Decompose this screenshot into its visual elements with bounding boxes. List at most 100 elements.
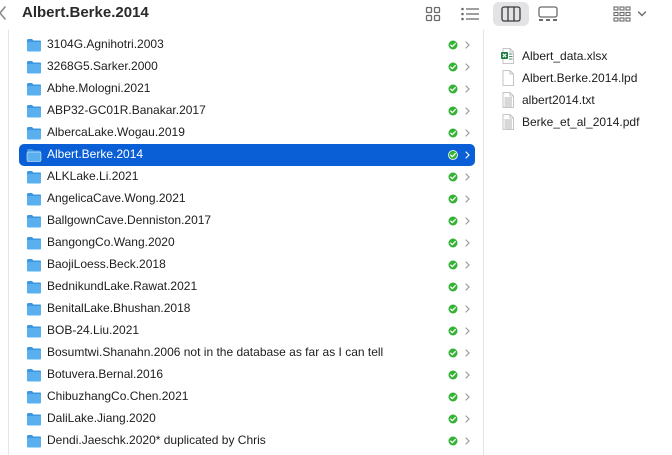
folder-icon [27,193,41,206]
icon-view-icon [425,6,441,22]
window-title: Albert.Berke.2014 [22,4,149,21]
chevron-right-icon [465,327,470,335]
folder-row[interactable]: BallgownCave.Denniston.2017 [19,210,475,232]
folder-icon [27,105,41,118]
folder-column[interactable]: 3104G.Agnihotri.2003 3268G5.Sarker.2000 Ab… [8,30,484,455]
back-chevron-icon[interactable] [0,5,8,21]
folder-row[interactable]: Dendi.Jaeschk.2020* duplicated by Chris [19,430,475,452]
folder-name: BOB-24.Liu.2021 [47,323,140,337]
folder-name: 3104G.Agnihotri.2003 [47,37,164,51]
folder-row[interactable]: 3268G5.Sarker.2000 [19,56,475,78]
chevron-down-icon [637,11,647,17]
folder-icon [27,39,41,52]
list-view-button[interactable] [460,4,480,24]
folder-row[interactable]: BaojiLoess.Beck.2018 [19,254,475,276]
chevron-right-icon [465,283,470,291]
synced-check-icon [448,414,458,424]
chevron-right-icon [465,305,470,313]
chevron-right-icon [465,151,470,159]
folder-icon [27,369,41,382]
gallery-view-button[interactable] [538,4,558,24]
file-column[interactable]: Albert_data.xlsx Albert.Berke.2014.lpd alb… [485,30,672,455]
file-item[interactable]: albert2014.txt [501,90,671,112]
chevron-right-icon [465,393,470,401]
folder-name: BallgownCave.Denniston.2017 [47,213,212,227]
folder-row[interactable]: BangongCo.Wang.2020 [19,232,475,254]
folder-row-selected[interactable]: Albert.Berke.2014 [19,144,475,166]
file-item[interactable]: Berke_et_al_2014.pdf [501,112,671,134]
chevron-right-icon [465,129,470,137]
chevron-right-icon [465,261,470,269]
file-name: Albert_data.xlsx [522,49,608,63]
file-name: Albert.Berke.2014.lpd [522,71,638,85]
chevron-right-icon [465,239,470,247]
chevron-right-icon [465,371,470,379]
list-view-icon [461,7,479,21]
folder-row[interactable]: BOB-24.Liu.2021 [19,320,475,342]
folder-name: Abhe.Mologni.2021 [47,81,151,95]
folder-icon [26,149,42,162]
folder-row[interactable]: 3104G.Agnihotri.2003 [19,34,475,56]
folder-name: 3268G5.Sarker.2000 [47,59,158,73]
chevron-right-icon [465,195,470,203]
synced-check-icon [448,84,458,94]
folder-icon [27,413,41,426]
column-view-icon [501,6,521,22]
file-item[interactable]: Albert.Berke.2014.lpd [501,68,671,90]
column-view-button[interactable] [493,2,529,26]
folder-name: ABP32-GC01R.Banakar.2017 [47,103,206,117]
folder-icon [27,435,41,448]
folder-row[interactable]: ABP32-GC01R.Banakar.2017 [19,100,475,122]
folder-icon [27,215,41,228]
folder-name: Albert.Berke.2014 [47,147,144,161]
chevron-right-icon [465,173,470,181]
file-name: Berke_et_al_2014.pdf [522,115,640,129]
group-by-button[interactable] [613,4,647,24]
group-by-icon [613,6,631,22]
folder-name: BaojiLoess.Beck.2018 [47,257,166,271]
folder-icon [27,303,41,316]
chevron-right-icon [465,107,470,115]
chevron-right-icon [465,349,470,357]
pdf-file-icon [502,114,514,130]
folder-icon [27,83,41,96]
synced-check-icon [448,216,458,226]
document-icon [502,70,514,86]
synced-check-icon [448,150,458,160]
chevron-right-icon [465,63,470,71]
folder-row[interactable]: BenitalLake.Bhushan.2018 [19,298,475,320]
folder-row[interactable]: ALKLake.Li.2021 [19,166,475,188]
synced-check-icon [448,370,458,380]
folder-icon [27,281,41,294]
folder-name: ChibuzhangCo.Chen.2021 [47,389,189,403]
file-item[interactable]: Albert_data.xlsx [501,46,671,68]
folder-row[interactable]: Abhe.Mologni.2021 [19,78,475,100]
folder-row[interactable]: AlbercaLake.Wogau.2019 [19,122,475,144]
folder-icon [27,171,41,184]
folder-name: Botuvera.Bernal.2016 [47,367,164,381]
folder-name: BangongCo.Wang.2020 [47,235,175,249]
icon-view-button[interactable] [425,4,441,24]
folder-row[interactable]: ChibuzhangCo.Chen.2021 [19,386,475,408]
folder-row[interactable]: AngelicaCave.Wong.2021 [19,188,475,210]
folder-icon [27,325,41,338]
synced-check-icon [448,348,458,358]
text-file-icon [502,92,514,108]
synced-check-icon [448,260,458,270]
folder-name: DaliLake.Jiang.2020 [47,411,156,425]
synced-check-icon [448,128,458,138]
folder-icon [27,127,41,140]
folder-icon [27,347,41,360]
toolbar: Albert.Berke.2014 [0,0,672,30]
chevron-right-icon [465,415,470,423]
folder-name: Bosumtwi.Shanahn.2006 not in the databas… [47,345,384,359]
folder-icon [27,259,41,272]
synced-check-icon [448,40,458,50]
folder-row[interactable]: Bosumtwi.Shanahn.2006 not in the databas… [19,342,475,364]
folder-row[interactable]: DaliLake.Jiang.2020 [19,408,475,430]
synced-check-icon [448,194,458,204]
folder-icon [27,61,41,74]
folder-row[interactable]: BednikundLake.Rawat.2021 [19,276,475,298]
synced-check-icon [448,282,458,292]
folder-row[interactable]: Botuvera.Bernal.2016 [19,364,475,386]
